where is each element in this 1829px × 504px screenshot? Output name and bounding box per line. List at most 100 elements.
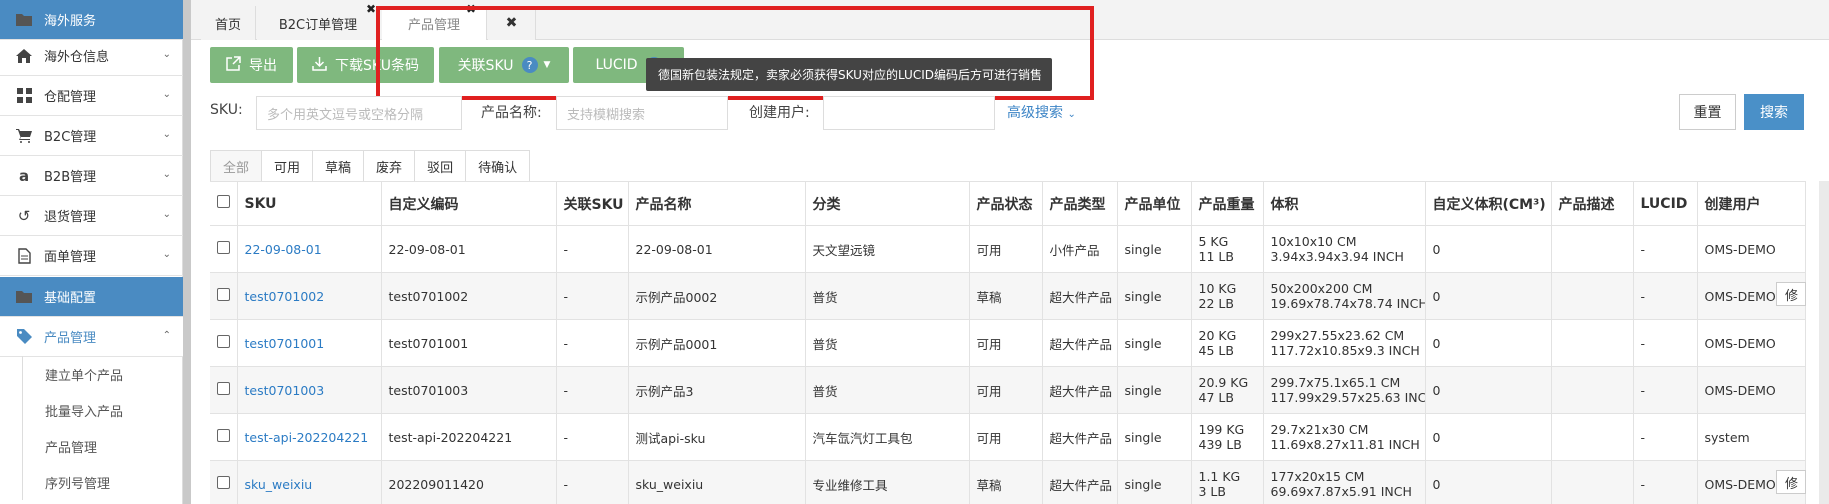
description-cell [1551, 319, 1634, 367]
row-checkbox[interactable] [217, 382, 230, 395]
sidebar-scrollbar[interactable] [183, 0, 191, 504]
row-checkbox[interactable] [217, 476, 230, 489]
custom-volume-cell: 0 [1425, 413, 1552, 461]
sidebar-item-labels[interactable]: 面单管理 ⌄ [0, 236, 183, 276]
unit-cell: single [1117, 319, 1192, 367]
column-header: 产品名称 [628, 181, 806, 226]
description-cell [1551, 366, 1634, 414]
lucid-cell: - [1633, 366, 1698, 414]
description-cell [1551, 413, 1634, 461]
close-icon[interactable]: ✖ [366, 2, 376, 16]
sku-link[interactable]: test0701001 [237, 319, 382, 367]
tab-label: B2C订单管理 [278, 17, 358, 33]
sidebar-item-fulfillment[interactable]: 仓配管理 ⌄ [0, 76, 183, 116]
sku-filter-label: SKU: [210, 102, 243, 118]
volume-line: 19.69x78.74x78.74 INCH [1270, 296, 1425, 311]
type-cell: 超大件产品 [1042, 460, 1118, 504]
row-checkbox[interactable] [217, 429, 230, 442]
home-icon [14, 48, 34, 63]
sku-link[interactable]: 22-09-08-01 [237, 225, 382, 273]
chevron-down-icon: ⌄ [162, 89, 171, 100]
sidebar-item-product-management[interactable]: 产品管理 ⌃ [0, 317, 183, 357]
reset-button[interactable]: 重置 [1679, 94, 1736, 130]
tab-b2c-orders[interactable]: B2C订单管理 [257, 6, 380, 40]
table-row: 22-09-08-01 22-09-08-01-22-09-08-01 天文望远镜可… [210, 225, 1806, 273]
status-tab-available[interactable]: 可用 [261, 150, 314, 182]
edit-button[interactable]: 修 [1776, 282, 1806, 306]
row-checkbox[interactable] [217, 288, 230, 301]
weight-line: 22 LB [1198, 296, 1234, 311]
table-scrollbar[interactable] [1819, 181, 1829, 504]
sku-link[interactable]: test0701003 [237, 366, 382, 414]
status-cell: 可用 [969, 225, 1043, 273]
product-name-cell: 示例产品3 [628, 366, 806, 414]
status-tab-draft[interactable]: 草稿 [312, 150, 365, 182]
creator-label: 创建用户: [749, 105, 810, 121]
chevron-down-icon: ⌄ [162, 209, 171, 220]
creator-input[interactable] [823, 96, 995, 130]
document-icon [14, 247, 34, 264]
sidebar-section-overseas-services[interactable]: 海外服务 [0, 0, 183, 40]
column-header: 自定义编码 [381, 181, 557, 226]
export-icon [226, 55, 241, 75]
linked-sku-cell: - [556, 272, 629, 320]
sidebar-item-label: 海外服务 [44, 14, 97, 29]
column-header: 自定义体积(CM³) [1425, 181, 1552, 226]
select-all-cell [210, 181, 238, 226]
volume-line: 177x20x15 CM [1270, 469, 1365, 484]
column-header: 分类 [805, 181, 970, 226]
row-checkbox[interactable] [217, 241, 230, 254]
unit-cell: single [1117, 366, 1192, 414]
grid-icon [14, 88, 34, 103]
search-button[interactable]: 搜索 [1744, 94, 1804, 130]
sidebar-subitem-serial-numbers[interactable]: 序列号管理 [22, 464, 183, 500]
custom-volume-cell: 0 [1425, 272, 1552, 320]
unit-cell: single [1117, 413, 1192, 461]
sidebar-item-returns[interactable]: ↺ 退货管理 ⌄ [0, 196, 183, 236]
creator-cell: system [1697, 413, 1806, 461]
status-tab-rejected[interactable]: 驳回 [414, 150, 467, 182]
unit-cell: single [1117, 272, 1192, 320]
lucid-cell: - [1633, 460, 1698, 504]
sku-link[interactable]: test-api-202204221 [237, 413, 382, 461]
edit-button[interactable]: 修 [1776, 470, 1806, 494]
weight-cell: 5 KG 11 LB [1191, 225, 1264, 273]
creator-cell: OMS-DEMO [1697, 225, 1806, 273]
sidebar-item-b2b[interactable]: a B2B管理 ⌄ [0, 156, 183, 196]
volume-cell: 299x27.55x23.62 CM 117.72x10.85x9.3 INCH [1263, 319, 1426, 367]
sidebar-subitem-create-product[interactable]: 建立单个产品 [22, 356, 183, 392]
volume-line: 69.69x7.87x5.91 INCH [1270, 484, 1412, 499]
weight-line: 20.9 KG [1198, 375, 1249, 390]
status-tab-discarded[interactable]: 废弃 [363, 150, 416, 182]
select-all-checkbox[interactable] [217, 195, 230, 208]
sidebar-item-warehouse-info[interactable]: 海外仓信息 ⌄ [0, 36, 183, 76]
sidebar-section-basic-config[interactable]: 基础配置 [0, 277, 183, 317]
volume-line: 10x10x10 CM [1270, 234, 1357, 249]
product-name-input[interactable]: 支持模糊搜索 [556, 96, 728, 130]
status-tabs: 全部 可用 草稿 废弃 驳回 待确认 [210, 150, 531, 182]
volume-line: 117.72x10.85x9.3 INCH [1270, 343, 1420, 358]
sku-link[interactable]: test0701002 [237, 272, 382, 320]
tab-home[interactable]: 首页 [201, 6, 256, 40]
sidebar-subitem-bulk-import[interactable]: 批量导入产品 [22, 392, 183, 428]
advanced-search-link[interactable]: 高级搜索 ⌄ [1007, 102, 1076, 122]
weight-cell: 10 KG 22 LB [1191, 272, 1264, 320]
sidebar-item-b2c[interactable]: B2C管理 ⌄ [0, 116, 183, 156]
sidebar-item-label: 仓配管理 [44, 90, 97, 105]
sku-search-input[interactable]: 多个用英文逗号或空格分隔 [256, 96, 462, 130]
row-checkbox[interactable] [217, 335, 230, 348]
description-cell [1551, 460, 1634, 504]
status-tab-all[interactable]: 全部 [210, 150, 263, 182]
custom-code-cell: test0701002 [381, 272, 557, 320]
folder-icon [14, 290, 34, 303]
lucid-cell: - [1633, 225, 1698, 273]
status-tab-pending[interactable]: 待确认 [465, 150, 531, 182]
volume-line: 299.7x75.1x65.1 CM [1270, 375, 1401, 390]
custom-code-cell: 22-09-08-01 [381, 225, 557, 273]
sku-link[interactable]: sku_weixiu [237, 460, 382, 504]
column-header: 产品类型 [1042, 181, 1118, 226]
weight-cell: 20 KG 45 LB [1191, 319, 1264, 367]
custom-volume-cell: 0 [1425, 225, 1552, 273]
export-button[interactable]: 导出 [210, 47, 293, 83]
sidebar-subitem-product-management[interactable]: 产品管理 [22, 428, 183, 464]
